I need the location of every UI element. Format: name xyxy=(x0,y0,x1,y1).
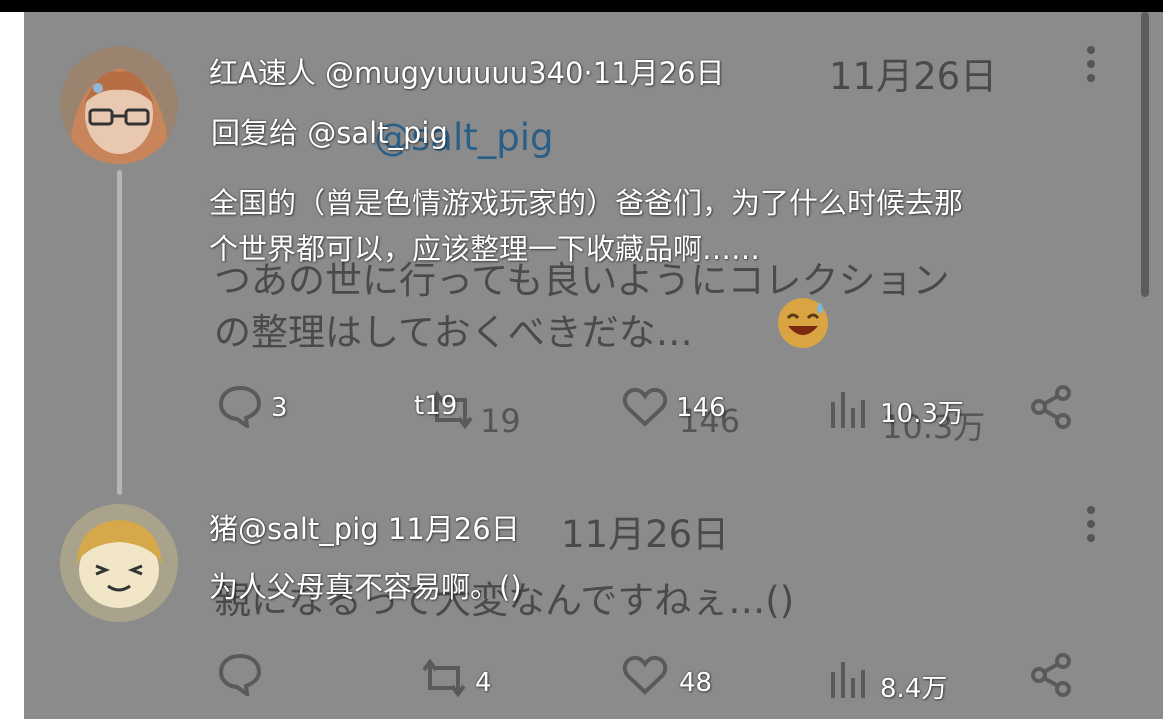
tweet2-body: 为人父母真不容易啊。() xyxy=(209,570,522,604)
tweet2-header: 猪@salt_pig 11月26日 xyxy=(209,512,520,546)
share-icon[interactable] xyxy=(1030,384,1074,434)
tweet1-reply-count: 3 xyxy=(271,393,288,423)
avatar-user1[interactable] xyxy=(60,46,178,164)
tweet1-like-count: 146 xyxy=(676,393,726,423)
scrollbar[interactable] xyxy=(1141,12,1149,297)
tweet1-body-line1: 全国的（曾是色情游戏玩家的）爸爸们，为了什么时候去那 xyxy=(209,186,964,220)
heart-icon[interactable] xyxy=(622,654,668,700)
comment-icon[interactable] xyxy=(217,384,263,432)
tweet1-retweet-count-ghost: 19 xyxy=(480,402,521,440)
tweet2-retweet-count: 4 xyxy=(475,668,492,698)
share-icon[interactable] xyxy=(1030,652,1074,702)
top-black-bar xyxy=(0,0,1163,12)
more-vertical-icon[interactable] xyxy=(1087,506,1097,548)
thread-connector-line xyxy=(117,170,122,495)
retweet-icon[interactable] xyxy=(422,658,466,702)
heart-icon[interactable] xyxy=(622,386,668,432)
ghost-date-2: 11月26日 xyxy=(561,513,730,556)
tweet1-header: 红A速人 @mugyuuuuu340·11月26日 xyxy=(209,56,725,90)
left-margin xyxy=(0,12,24,719)
tweet2-views-count: 8.4万 xyxy=(880,674,948,704)
tweet2-like-count: 48 xyxy=(679,668,713,698)
reply-thread-card: 11月26日 @salt_pig つあの世に行っても良いようにコレクション の整… xyxy=(24,12,1163,719)
bar-chart-icon[interactable] xyxy=(829,388,869,434)
more-vertical-icon[interactable] xyxy=(1087,46,1097,88)
ghost-date-1: 11月26日 xyxy=(829,55,998,98)
avatar-user2[interactable] xyxy=(60,504,178,622)
sweat-smile-emoji xyxy=(776,296,830,354)
tweet1-retweet-count: t19 xyxy=(414,391,458,421)
ghost-line-1b: の整理はしておくべきだな… xyxy=(214,311,693,354)
bar-chart-icon[interactable] xyxy=(829,658,869,704)
comment-icon[interactable] xyxy=(217,652,263,700)
tweet1-body-line2: 个世界都可以，应该整理一下收藏品啊…… xyxy=(209,232,761,266)
tweet1-views-count: 10.3万 xyxy=(880,399,964,429)
tweet1-reply-to[interactable]: 回复给 @salt_pig xyxy=(211,110,448,152)
